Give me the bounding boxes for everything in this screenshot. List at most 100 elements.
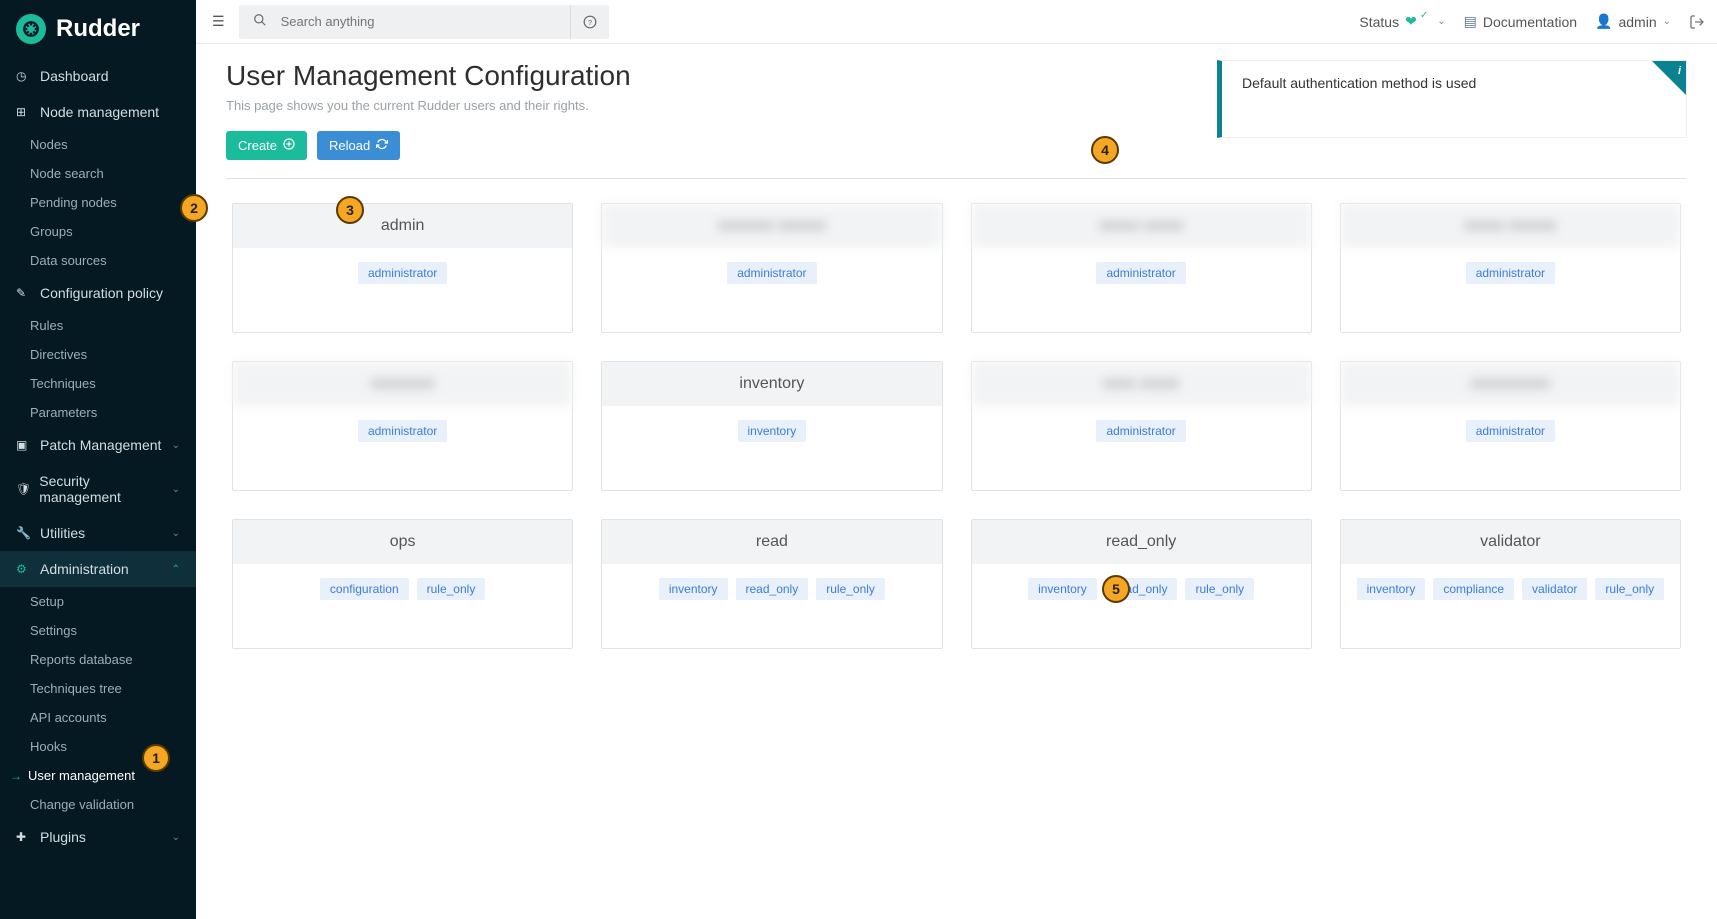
role-tag: administrator (1096, 420, 1185, 442)
dashboard-icon: ◷ (16, 69, 32, 83)
sidebar-subitem-node-search[interactable]: Node search (0, 159, 196, 188)
user-card-roles: inventory compliance validator rule_only (1341, 564, 1680, 614)
search-input[interactable] (281, 14, 570, 29)
patch-icon: ▣ (16, 438, 32, 452)
shield-icon: 🛡 (16, 482, 31, 496)
user-card[interactable]: xxxxx xxxxx administrator (971, 203, 1312, 333)
callout-5: 5 (1102, 575, 1130, 603)
sidebar: Rudder ◷ Dashboard ⊞ Node management Nod… (0, 0, 196, 919)
callout-3: 3 (336, 196, 364, 224)
help-icon[interactable]: ? (570, 5, 609, 39)
role-tag: read_only (736, 578, 809, 600)
user-card-name: read (602, 520, 941, 564)
sidebar-item-administration[interactable]: ⚙ Administration ⌃ (0, 551, 196, 587)
sidebar-subitem-settings[interactable]: Settings (0, 616, 196, 645)
svg-text:?: ? (587, 17, 591, 26)
user-card-name: validator (1341, 520, 1680, 564)
sidebar-subitem-directives[interactable]: Directives (0, 340, 196, 369)
user-card-name: admin (233, 204, 572, 248)
sidebar-subitem-groups[interactable]: Groups (0, 217, 196, 246)
sidebar-subitem-rules[interactable]: Rules (0, 311, 196, 340)
sidebar-subitem-setup[interactable]: Setup (0, 587, 196, 616)
role-tag: inventory (1028, 578, 1097, 600)
topbar: ☰ ? Status ❤✓ ⌄ ▤ Documentation (196, 0, 1717, 44)
user-card-roles: configurationrule_only (233, 564, 572, 614)
sidebar-item-patch-management[interactable]: ▣ Patch Management ⌄ (0, 427, 196, 463)
user-card-roles: administrator (1341, 406, 1680, 456)
brand-logo[interactable]: Rudder (0, 0, 196, 58)
callout-2: 2 (180, 194, 208, 222)
role-tag: rule_only (1185, 578, 1254, 600)
user-icon: 👤 (1595, 13, 1612, 30)
user-card[interactable]: xxxxx xxxxxxadministrator (1340, 203, 1681, 333)
role-tag: administrator (358, 262, 447, 284)
user-card[interactable]: xxxxxxx xxxxxxadministrator (601, 203, 942, 333)
menu-toggle-icon[interactable]: ☰ (208, 9, 229, 34)
user-card-roles: inventoryread_onlyrule_only (602, 564, 941, 614)
user-card[interactable]: xxxxxxxxxxadministrator (1340, 361, 1681, 491)
user-card[interactable]: read_onlyinventoryread_onlyrule_only (971, 519, 1312, 649)
role-tag: inventory (659, 578, 728, 600)
user-card[interactable]: readinventoryread_onlyrule_only (601, 519, 942, 649)
sidebar-item-plugins[interactable]: ✚ Plugins ⌄ (0, 819, 196, 855)
user-grid: adminadministratorxxxxxxx xxxxxxadminist… (226, 203, 1687, 649)
sidebar-item-security-management[interactable]: 🛡 Security management ⌄ (0, 463, 196, 515)
role-tag: inventory (1357, 578, 1426, 600)
user-card-name: read_only (972, 520, 1311, 564)
wrench-icon: 🔧 (16, 526, 32, 540)
user-menu[interactable]: 👤 admin ⌄ (1595, 13, 1671, 30)
user-card-name: xxxxx xxxxx (972, 204, 1311, 248)
user-card-name: xxxxx xxxxxx (1341, 204, 1680, 248)
sidebar-subitem-reports-database[interactable]: Reports database (0, 645, 196, 674)
user-card-roles: inventoryread_onlyrule_only (972, 564, 1311, 614)
notice-text: Default authentication method is used (1242, 75, 1476, 91)
sidebar-item-node-management[interactable]: ⊞ Node management (0, 94, 196, 130)
user-card[interactable]: inventoryinventory (601, 361, 942, 491)
notice-banner: Default authentication method is used (1217, 60, 1687, 138)
user-card[interactable]: xxxx xxxxxadministrator (971, 361, 1312, 491)
puzzle-icon: ✚ (16, 830, 32, 844)
status-indicator[interactable]: Status ❤✓ ⌄ (1359, 13, 1445, 30)
sidebar-subitem-nodes[interactable]: Nodes (0, 130, 196, 159)
sidebar-subitem-parameters[interactable]: Parameters (0, 398, 196, 427)
user-card-roles: inventory (602, 406, 941, 456)
nodes-icon: ⊞ (16, 105, 32, 119)
user-card[interactable]: admin administrator (232, 203, 573, 333)
chevron-down-icon: ⌄ (172, 528, 180, 539)
sidebar-subitem-techniques[interactable]: Techniques (0, 369, 196, 398)
sidebar-item-configuration-policy[interactable]: ✎ Configuration policy (0, 275, 196, 311)
sidebar-subitem-change-validation[interactable]: Change validation (0, 790, 196, 819)
sidebar-item-utilities[interactable]: 🔧 Utilities ⌄ (0, 515, 196, 551)
role-tag: validator (1522, 578, 1587, 600)
sidebar-item-dashboard[interactable]: ◷ Dashboard (0, 58, 196, 94)
reload-button[interactable]: Reload (317, 131, 400, 160)
plus-circle-icon (283, 138, 295, 153)
user-card[interactable]: validator inventory compliance validator rul… (1340, 519, 1681, 649)
chevron-down-icon: ⌄ (172, 440, 180, 451)
info-icon (1652, 61, 1686, 95)
search-icon[interactable] (239, 13, 281, 30)
sidebar-subitem-techniques-tree[interactable]: Techniques tree (0, 674, 196, 703)
user-card[interactable]: opsconfigurationrule_only (232, 519, 573, 649)
sidebar-subitem-pending-nodes[interactable]: Pending nodes (0, 188, 196, 217)
documentation-link[interactable]: ▤ Documentation (1464, 13, 1577, 30)
role-tag: administrator (1096, 262, 1185, 284)
user-card[interactable]: xxxxxxxxadministrator (232, 361, 573, 491)
role-tag: rule_only (1595, 578, 1664, 600)
user-card-roles: administrator (972, 406, 1311, 456)
user-card-roles: administrator (1341, 248, 1680, 298)
check-icon: ✓ (1420, 10, 1428, 21)
divider (226, 178, 1687, 179)
sidebar-subitem-api-accounts[interactable]: API accounts (0, 703, 196, 732)
chevron-up-icon: ⌃ (172, 564, 180, 575)
sidebar-subitem-data-sources[interactable]: Data sources (0, 246, 196, 275)
create-button[interactable]: Create (226, 131, 307, 160)
role-tag: inventory (738, 420, 807, 442)
user-card-name: xxxxxxxx (233, 362, 572, 406)
logout-icon[interactable] (1689, 14, 1705, 30)
arrow-right-icon: → (10, 769, 22, 783)
role-tag: compliance (1433, 578, 1514, 600)
page-subtitle: This page shows you the current Rudder u… (226, 98, 1197, 113)
page-title: User Management Configuration (226, 60, 1197, 92)
user-card-roles: administrator (602, 248, 941, 298)
